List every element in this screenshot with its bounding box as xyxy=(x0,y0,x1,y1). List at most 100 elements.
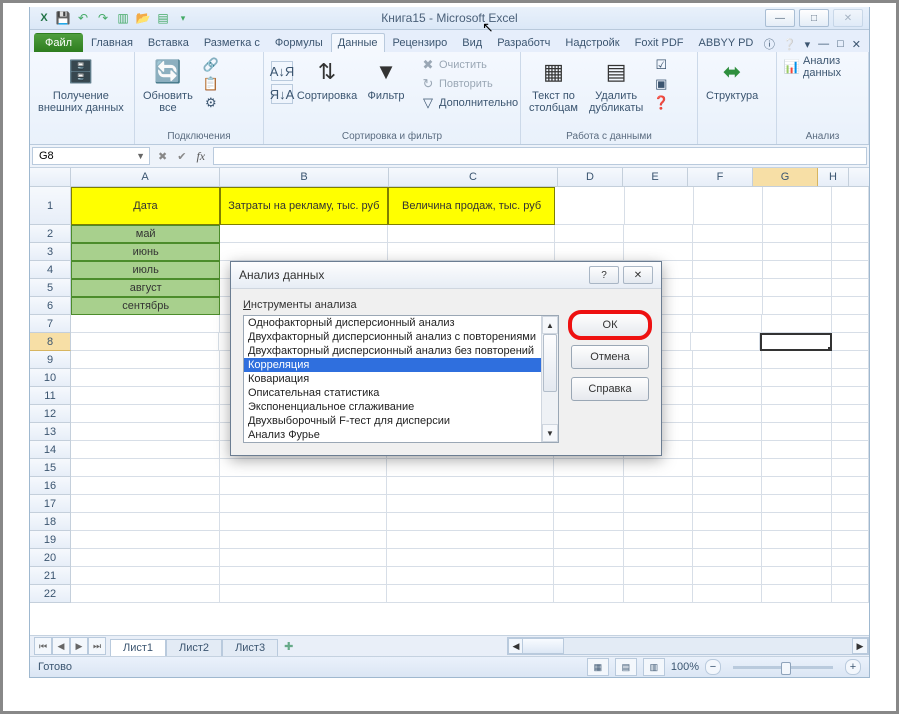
cell-F20[interactable] xyxy=(693,549,762,567)
row-header-13[interactable]: 13 xyxy=(30,423,71,441)
cell-C17[interactable] xyxy=(387,495,554,513)
cell-B20[interactable] xyxy=(220,549,387,567)
cell-H2[interactable] xyxy=(832,225,869,243)
tab-view[interactable]: Вид xyxy=(455,33,489,52)
cell-E1[interactable] xyxy=(625,187,694,225)
cancel-formula-icon[interactable]: ✖ xyxy=(158,150,167,163)
cell-C18[interactable] xyxy=(387,513,554,531)
zoom-level[interactable]: 100% xyxy=(671,661,699,673)
cell-B17[interactable] xyxy=(220,495,387,513)
row-header-5[interactable]: 5 xyxy=(30,279,71,297)
outline-button[interactable]: ⬌ Структура xyxy=(702,54,762,104)
cell-C2[interactable] xyxy=(388,225,555,243)
properties-button[interactable]: 📋 xyxy=(200,75,222,93)
cell-G10[interactable] xyxy=(762,369,831,387)
cell-G2[interactable] xyxy=(763,225,832,243)
save-icon[interactable]: 💾 xyxy=(54,9,72,27)
clear-filter-button[interactable]: ✖Очистить xyxy=(417,56,521,74)
row-header-4[interactable]: 4 xyxy=(30,261,71,279)
cell-G16[interactable] xyxy=(762,477,831,495)
cell-G18[interactable] xyxy=(762,513,831,531)
cell-H8[interactable] xyxy=(832,333,869,351)
data-analysis-button[interactable]: 📊Анализ данных xyxy=(781,54,864,80)
column-header-C[interactable]: C xyxy=(389,168,558,186)
cell-H20[interactable] xyxy=(832,549,869,567)
cell-G17[interactable] xyxy=(762,495,831,513)
cell-F5[interactable] xyxy=(693,279,762,297)
cell-F19[interactable] xyxy=(693,531,762,549)
cell-H9[interactable] xyxy=(832,351,869,369)
cell-F6[interactable] xyxy=(693,297,762,315)
cell-B1[interactable]: Затраты на рекламу, тыс. руб xyxy=(220,187,388,225)
name-box[interactable]: ▼ xyxy=(32,147,150,165)
enter-formula-icon[interactable]: ✔ xyxy=(177,150,186,163)
ribbon-minimize-icon[interactable]: ⓘ xyxy=(764,36,775,52)
sheet-nav-next-icon[interactable]: ▶ xyxy=(70,637,88,655)
cell-H12[interactable] xyxy=(832,405,869,423)
row-header-2[interactable]: 2 xyxy=(30,225,71,243)
redo-icon[interactable]: ↷ xyxy=(94,9,112,27)
column-header-E[interactable]: E xyxy=(623,168,688,186)
row-header-22[interactable]: 22 xyxy=(30,585,71,603)
scroll-down-icon[interactable]: ▼ xyxy=(542,424,558,442)
listbox-scrollbar[interactable]: ▲ ▼ xyxy=(541,316,558,442)
row-header-1[interactable]: 1 xyxy=(30,187,71,225)
cell-E18[interactable] xyxy=(624,513,693,531)
cell-G13[interactable] xyxy=(762,423,831,441)
help-button[interactable]: Справка xyxy=(571,377,649,401)
column-header-A[interactable]: A xyxy=(71,168,220,186)
cell-F10[interactable] xyxy=(693,369,762,387)
row-header-21[interactable]: 21 xyxy=(30,567,71,585)
cell-A3[interactable]: июнь xyxy=(71,243,220,261)
cell-F2[interactable] xyxy=(693,225,762,243)
sheet-nav-last-icon[interactable]: ⏭ xyxy=(88,637,106,655)
row-header-9[interactable]: 9 xyxy=(30,351,71,369)
cell-H6[interactable] xyxy=(832,297,869,315)
cell-A10[interactable] xyxy=(71,369,220,387)
tab-data[interactable]: Данные xyxy=(331,33,385,52)
cell-G21[interactable] xyxy=(762,567,831,585)
new-icon[interactable]: ▥ xyxy=(114,9,132,27)
cell-A19[interactable] xyxy=(71,531,220,549)
scroll-thumb[interactable] xyxy=(543,334,557,392)
cell-A6[interactable]: сентябрь xyxy=(71,297,220,315)
cell-F15[interactable] xyxy=(693,459,762,477)
cell-F13[interactable] xyxy=(693,423,762,441)
row-header-12[interactable]: 12 xyxy=(30,405,71,423)
edit-links-button[interactable]: ⚙ xyxy=(200,94,222,112)
connections-button[interactable]: 🔗 xyxy=(200,56,222,74)
namebox-dropdown-icon[interactable]: ▼ xyxy=(136,151,145,161)
cell-B18[interactable] xyxy=(220,513,387,531)
analysis-tool-item[interactable]: Гистограмма xyxy=(244,442,542,443)
cell-C15[interactable] xyxy=(387,459,554,477)
column-header-B[interactable]: B xyxy=(220,168,389,186)
cell-F18[interactable] xyxy=(693,513,762,531)
tab-home[interactable]: Главная xyxy=(84,33,140,52)
cell-B16[interactable] xyxy=(220,477,387,495)
row-header-10[interactable]: 10 xyxy=(30,369,71,387)
cell-G11[interactable] xyxy=(762,387,831,405)
zoom-in-button[interactable]: + xyxy=(845,659,861,675)
cell-E15[interactable] xyxy=(624,459,693,477)
cell-A5[interactable]: август xyxy=(71,279,220,297)
cell-E3[interactable] xyxy=(624,243,693,261)
text-to-columns-button[interactable]: ▦ Текст по столбцам xyxy=(525,54,582,116)
cell-G9[interactable] xyxy=(762,351,831,369)
sheet-tab-1[interactable]: Лист1 xyxy=(110,639,166,656)
remove-duplicates-button[interactable]: ▤ Удалить дубликаты xyxy=(585,54,647,116)
cell-G7[interactable] xyxy=(762,315,831,333)
sort-button[interactable]: ⇅ Сортировка xyxy=(299,54,355,104)
zoom-out-button[interactable]: − xyxy=(705,659,721,675)
cell-G20[interactable] xyxy=(762,549,831,567)
cell-A7[interactable] xyxy=(71,315,220,333)
cell-G5[interactable] xyxy=(763,279,832,297)
cell-A4[interactable]: июль xyxy=(71,261,220,279)
cell-F8[interactable] xyxy=(691,333,760,351)
cell-C16[interactable] xyxy=(387,477,554,495)
cell-F14[interactable] xyxy=(693,441,762,459)
cell-E22[interactable] xyxy=(624,585,693,603)
get-external-data-button[interactable]: 🗄️ Получение внешних данных xyxy=(34,54,128,116)
cell-F21[interactable] xyxy=(693,567,762,585)
cell-A16[interactable] xyxy=(71,477,220,495)
mdi-max-icon[interactable]: □ xyxy=(837,38,844,50)
